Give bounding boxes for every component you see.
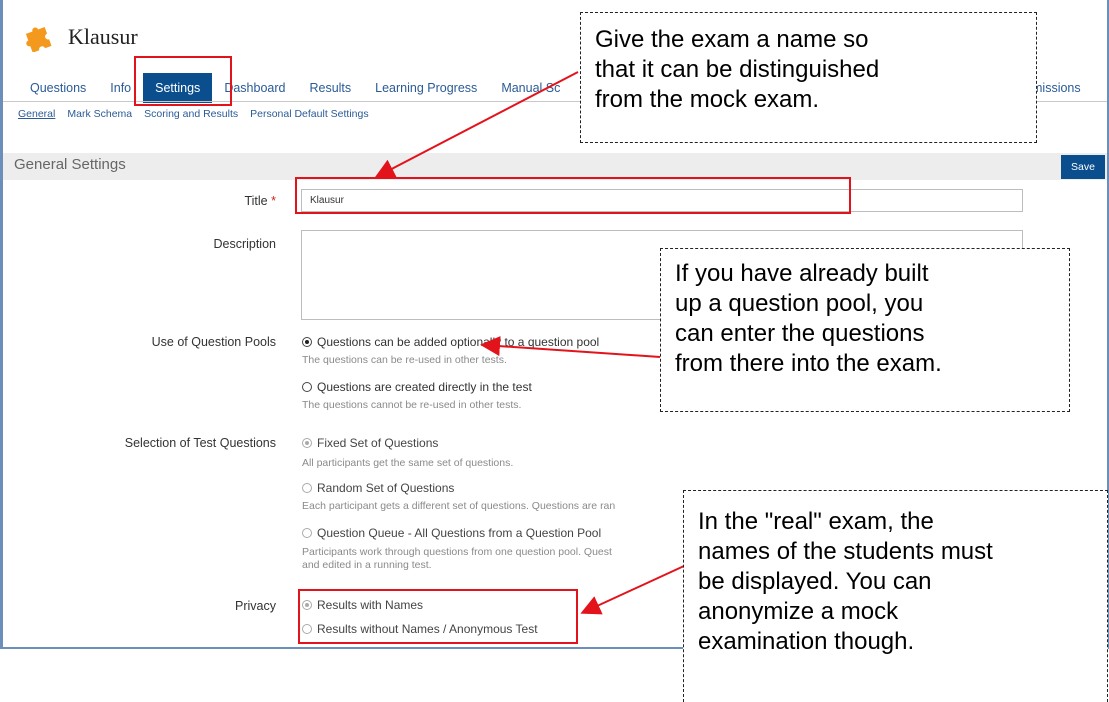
callout-line: up a question pool, you — [675, 290, 924, 317]
callout-line: be displayed. You can — [698, 568, 932, 595]
callout-line: names of the students must — [698, 538, 993, 565]
callout-line: from the mock exam. — [595, 86, 820, 113]
callout-line: from there into the exam. — [675, 350, 942, 377]
callout-title-note: Give the exam a name so that it can be d… — [580, 12, 1037, 143]
callout-pool-note: If you have already built up a question … — [660, 248, 1070, 412]
callout-privacy-note: In the "real" exam, the names of the stu… — [683, 490, 1108, 702]
callout-line: Give the exam a name so — [595, 26, 869, 53]
privacy-arrow — [580, 565, 685, 615]
title-arrow — [374, 71, 579, 178]
callout-line: examination though. — [698, 628, 915, 655]
callout-line: can enter the questions — [675, 320, 925, 347]
callout-line: that it can be distinguished — [595, 56, 880, 83]
callout-line: If you have already built — [675, 260, 929, 287]
callout-line: anonymize a mock — [698, 598, 899, 625]
callout-line: In the "real" exam, the — [698, 508, 934, 535]
pool-arrow — [480, 336, 661, 358]
